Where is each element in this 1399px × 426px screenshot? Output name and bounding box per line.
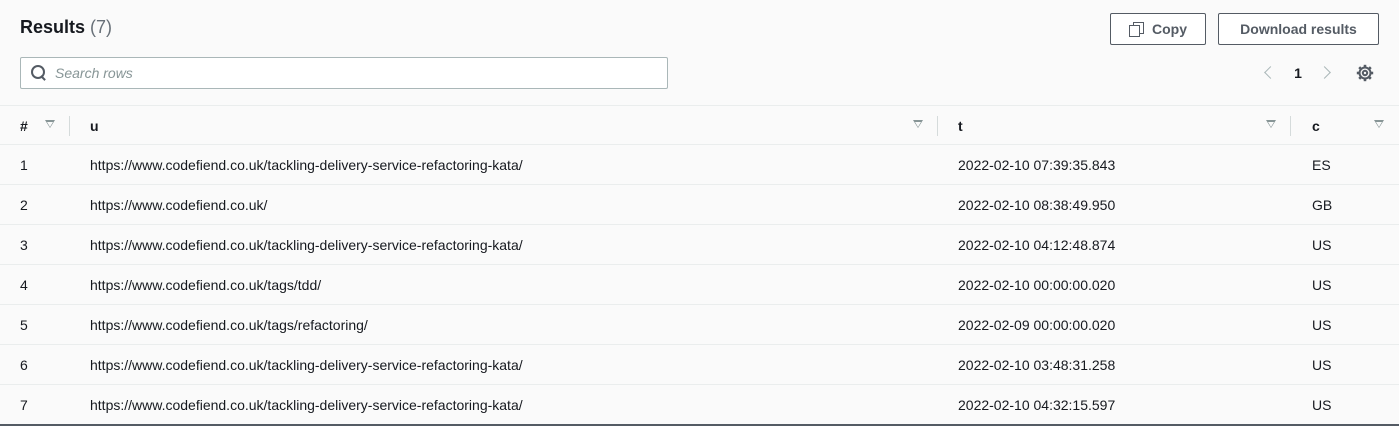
copy-icon: [1129, 22, 1144, 37]
table-row: 7 https://www.codefiend.co.uk/tackling-d…: [0, 385, 1399, 425]
cell-u: https://www.codefiend.co.uk/tags/refacto…: [90, 316, 368, 333]
chevron-left-icon[interactable]: [1258, 62, 1280, 84]
cell-t: 2022-02-10 08:38:49.950: [958, 196, 1116, 213]
cell-u: https://www.codefiend.co.uk/tags/tdd/: [90, 276, 322, 293]
sort-descending-icon[interactable]: [913, 120, 923, 128]
table-row: 2 https://www.codefiend.co.uk/ 2022-02-1…: [0, 185, 1399, 225]
copy-button[interactable]: Copy: [1110, 13, 1206, 45]
column-divider[interactable]: [1290, 116, 1291, 136]
search-box: [20, 57, 668, 89]
cell-c: GB: [1312, 196, 1333, 213]
search-icon: [31, 65, 47, 81]
row-index: 7: [20, 396, 28, 413]
cell-u: https://www.codefiend.co.uk/tackling-del…: [90, 236, 523, 253]
cell-u: https://www.codefiend.co.uk/: [90, 196, 268, 213]
cell-t: 2022-02-09 00:00:00.020: [958, 316, 1116, 333]
results-count: (7): [90, 17, 113, 37]
pagination: 1: [1258, 62, 1338, 84]
cell-c: ES: [1312, 156, 1331, 173]
gear-icon[interactable]: [1356, 64, 1374, 82]
column-divider[interactable]: [69, 116, 70, 136]
column-header-c[interactable]: c: [1312, 106, 1320, 145]
table-header: # u t c: [0, 105, 1399, 145]
row-index: 6: [20, 356, 28, 373]
sort-descending-icon[interactable]: [1374, 120, 1384, 128]
column-header-u[interactable]: u: [90, 106, 99, 145]
results-table: # u t c 1 https://www.codefiend.co.uk/ta…: [0, 105, 1399, 425]
cell-t: 2022-02-10 03:48:31.258: [958, 356, 1116, 373]
cell-c: US: [1312, 236, 1332, 253]
table-row: 3 https://www.codefiend.co.uk/tackling-d…: [0, 225, 1399, 265]
cell-u: https://www.codefiend.co.uk/tackling-del…: [90, 396, 523, 413]
row-index: 3: [20, 236, 28, 253]
cell-u: https://www.codefiend.co.uk/tackling-del…: [90, 356, 523, 373]
row-index: 5: [20, 316, 28, 333]
cell-c: US: [1312, 276, 1332, 293]
column-divider[interactable]: [937, 116, 938, 136]
table-row: 5 https://www.codefiend.co.uk/tags/refac…: [0, 305, 1399, 345]
sort-descending-icon[interactable]: [45, 120, 55, 128]
row-index: 1: [20, 156, 28, 173]
cell-u: https://www.codefiend.co.uk/tackling-del…: [90, 156, 523, 173]
table-row: 1 https://www.codefiend.co.uk/tackling-d…: [0, 145, 1399, 185]
cell-t: 2022-02-10 00:00:00.020: [958, 276, 1116, 293]
cell-t: 2022-02-10 07:39:35.843: [958, 156, 1116, 173]
row-index: 4: [20, 276, 28, 293]
cell-c: US: [1312, 356, 1332, 373]
column-header-t[interactable]: t: [958, 106, 963, 145]
table-row: 4 https://www.codefiend.co.uk/tags/tdd/ …: [0, 265, 1399, 305]
sort-descending-icon[interactable]: [1266, 120, 1276, 128]
download-results-button[interactable]: Download results: [1218, 13, 1379, 45]
cell-t: 2022-02-10 04:12:48.874: [958, 236, 1116, 253]
row-index: 2: [20, 196, 28, 213]
cell-t: 2022-02-10 04:32:15.597: [958, 396, 1116, 413]
table-row: 6 https://www.codefiend.co.uk/tackling-d…: [0, 345, 1399, 385]
cell-c: US: [1312, 396, 1332, 413]
page-title: Results: [20, 17, 86, 37]
chevron-right-icon[interactable]: [1316, 62, 1338, 84]
copy-button-label: Copy: [1152, 21, 1187, 37]
cell-c: US: [1312, 316, 1332, 333]
download-button-label: Download results: [1240, 21, 1357, 37]
results-header: Results (7): [20, 17, 112, 38]
column-header-index[interactable]: #: [20, 106, 28, 145]
page-number-button[interactable]: 1: [1280, 65, 1316, 81]
search-input[interactable]: [55, 65, 655, 81]
